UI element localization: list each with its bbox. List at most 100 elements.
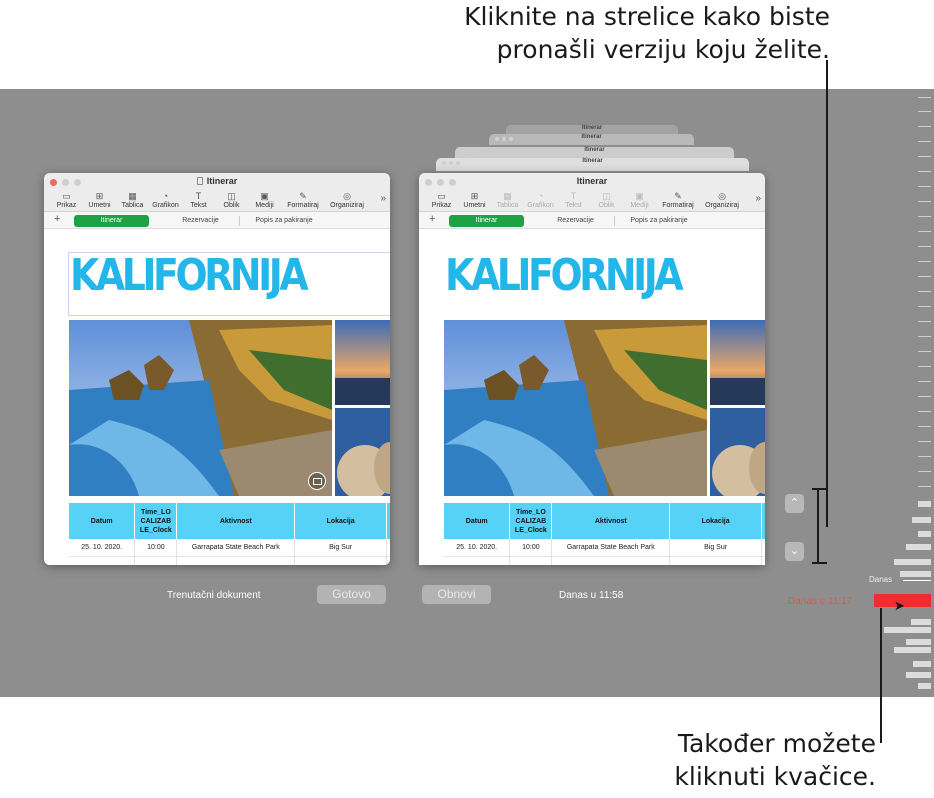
table-cell[interactable]: 25. 10. 2020.: [69, 539, 136, 557]
table-cell: [509, 556, 553, 565]
done-button[interactable]: Gotovo: [317, 585, 386, 604]
table-cell[interactable]: [176, 556, 296, 565]
table-cell[interactable]: Garrapata State Beach Park: [176, 539, 296, 557]
version-toolbar: ▭ Prikaz ⊞ Umetni ▦ Tablica ◔ Grafikon T Teks…: [419, 191, 765, 212]
version-window[interactable]: Itinerar ▭ Prikaz ⊞ Umetni ▦ Tablica ◔ Grafi…: [419, 173, 765, 565]
toolbar-table[interactable]: ▦ Tablica: [116, 191, 149, 211]
toolbar-organize[interactable]: ◎ Organiziraj: [325, 191, 369, 211]
timeline-tick[interactable]: [884, 627, 931, 633]
timeline-tick[interactable]: [906, 672, 931, 678]
version-date-caption: Danas u 11:58: [559, 590, 624, 601]
version-toolbar-media: ▣ Mediji: [623, 191, 656, 211]
table-cell[interactable]: [69, 556, 136, 565]
timeline-tick[interactable]: [918, 456, 931, 457]
next-version-button[interactable]: ⌄: [785, 542, 804, 561]
column-header-lokacija[interactable]: Lokacija: [294, 503, 387, 539]
version-toolbar-media-label: Mediji: [630, 202, 649, 209]
document-page[interactable]: KALIFORNIJA Datum Time_LO CALIZAB LE_Clo…: [44, 230, 390, 565]
timeline-tick[interactable]: [918, 201, 931, 202]
main-photo[interactable]: [69, 320, 332, 496]
table-cell[interactable]: [294, 556, 387, 565]
previous-version-button[interactable]: ⌃: [785, 494, 804, 513]
table-row[interactable]: [69, 556, 390, 565]
toolbar-shape[interactable]: ◫ Oblik: [215, 191, 248, 211]
table-row[interactable]: 25. 10. 2020. 10:00 Garrapata State Beac…: [69, 539, 390, 557]
timeline-tick[interactable]: [912, 517, 931, 523]
column-header-extra[interactable]: [386, 503, 390, 539]
timeline-today-label[interactable]: Danas: [869, 575, 892, 584]
timeline-tick[interactable]: [918, 156, 931, 157]
timeline-tick[interactable]: [918, 531, 931, 537]
toolbar-view[interactable]: ▭ Prikaz: [50, 191, 83, 211]
timeline-tick[interactable]: [918, 186, 931, 187]
more-icon[interactable]: »: [380, 193, 386, 204]
restore-button[interactable]: Obnovi: [422, 585, 491, 604]
timeline-tick[interactable]: [918, 366, 931, 367]
toolbar-insert[interactable]: ⊞ Umetni: [83, 191, 116, 211]
column-header-time[interactable]: Time_LO CALIZAB LE_Clock: [134, 503, 178, 539]
timeline-tick[interactable]: [918, 486, 931, 487]
timeline-tick[interactable]: [918, 126, 931, 127]
table-cell: [669, 556, 762, 565]
timeline-tick[interactable]: [894, 559, 931, 565]
sunset-photo[interactable]: [335, 320, 390, 405]
version-sunset-photo: [710, 320, 765, 405]
timeline-tick[interactable]: [906, 544, 931, 550]
sidebar-icon: ▭: [437, 191, 446, 201]
timeline-tick[interactable]: [918, 246, 931, 247]
timeline-tick[interactable]: [913, 661, 931, 667]
timeline-tick[interactable]: [900, 571, 931, 577]
timeline-tick[interactable]: [918, 426, 931, 427]
timeline-tick[interactable]: [918, 261, 931, 262]
column-header-datum[interactable]: Datum: [69, 503, 136, 539]
version-heading: KALIFORNIJA: [445, 250, 684, 301]
callout-arrows-line2: pronašli verziju koju želite.: [496, 35, 830, 64]
version-stack-4[interactable]: Itinerar: [506, 125, 678, 134]
table-cell[interactable]: 10:00: [134, 539, 178, 557]
toolbar-media[interactable]: ▣ Mediji: [248, 191, 281, 211]
table-cell[interactable]: [386, 539, 390, 557]
add-sheet-icon[interactable]: +: [54, 213, 60, 225]
timeline-tick[interactable]: [918, 216, 931, 217]
timeline-tick[interactable]: [918, 501, 931, 507]
timeline-tick[interactable]: [911, 619, 931, 625]
timeline-tick[interactable]: [918, 97, 931, 98]
timeline-tick[interactable]: [918, 351, 931, 352]
toolbar-chart[interactable]: ◔ Grafikon: [149, 191, 182, 211]
timeline-tick[interactable]: [918, 441, 931, 442]
timeline-tick[interactable]: [918, 471, 931, 472]
table-cell[interactable]: [134, 556, 178, 565]
toolbar-text[interactable]: T Tekst: [182, 191, 215, 211]
timeline-tick[interactable]: [918, 411, 931, 412]
timeline-tick[interactable]: [918, 321, 931, 322]
toolbar-format[interactable]: ✎ Formatiraj: [281, 191, 325, 211]
table-cell[interactable]: Big Sur: [294, 539, 387, 557]
version-stack-1[interactable]: Itinerar: [436, 158, 749, 171]
itinerary-table[interactable]: Datum Time_LO CALIZAB LE_Clock Aktivnost…: [69, 503, 390, 565]
current-document-window[interactable]: Itinerar ▭ Prikaz ⊞ Umetni ▦ Tablica ◔ Grafi…: [44, 173, 390, 565]
timeline-tick[interactable]: [906, 639, 931, 645]
timeline-tick[interactable]: [918, 336, 931, 337]
rocks-photo[interactable]: [335, 408, 390, 496]
timeline-tick[interactable]: [918, 171, 931, 172]
timeline-tick[interactable]: [918, 141, 931, 142]
timeline-tick[interactable]: [918, 683, 931, 689]
column-header-aktivnost[interactable]: Aktivnost: [176, 503, 296, 539]
timeline-tick[interactable]: [894, 647, 931, 653]
timeline-tick[interactable]: [918, 396, 931, 397]
timeline-tick[interactable]: [918, 276, 931, 277]
timeline-tick[interactable]: [918, 231, 931, 232]
image-placeholder-icon[interactable]: [308, 472, 326, 490]
document-heading[interactable]: KALIFORNIJA: [70, 250, 309, 301]
timeline-tick[interactable]: [918, 381, 931, 382]
tab-rezervacije[interactable]: Rezervacije: [163, 215, 238, 227]
bracket-side-bottom: [817, 526, 819, 564]
version-stack-3[interactable]: Itinerar: [489, 134, 694, 145]
timeline-tick[interactable]: [918, 306, 931, 307]
timeline-tick[interactable]: [918, 111, 931, 112]
tab-itinerar[interactable]: Itinerar: [74, 215, 149, 227]
table-cell[interactable]: [386, 556, 390, 565]
timeline-tick[interactable]: [918, 291, 931, 292]
tab-popis[interactable]: Popis za pakiranje: [239, 215, 329, 227]
timeline-tick[interactable]: [903, 580, 931, 581]
